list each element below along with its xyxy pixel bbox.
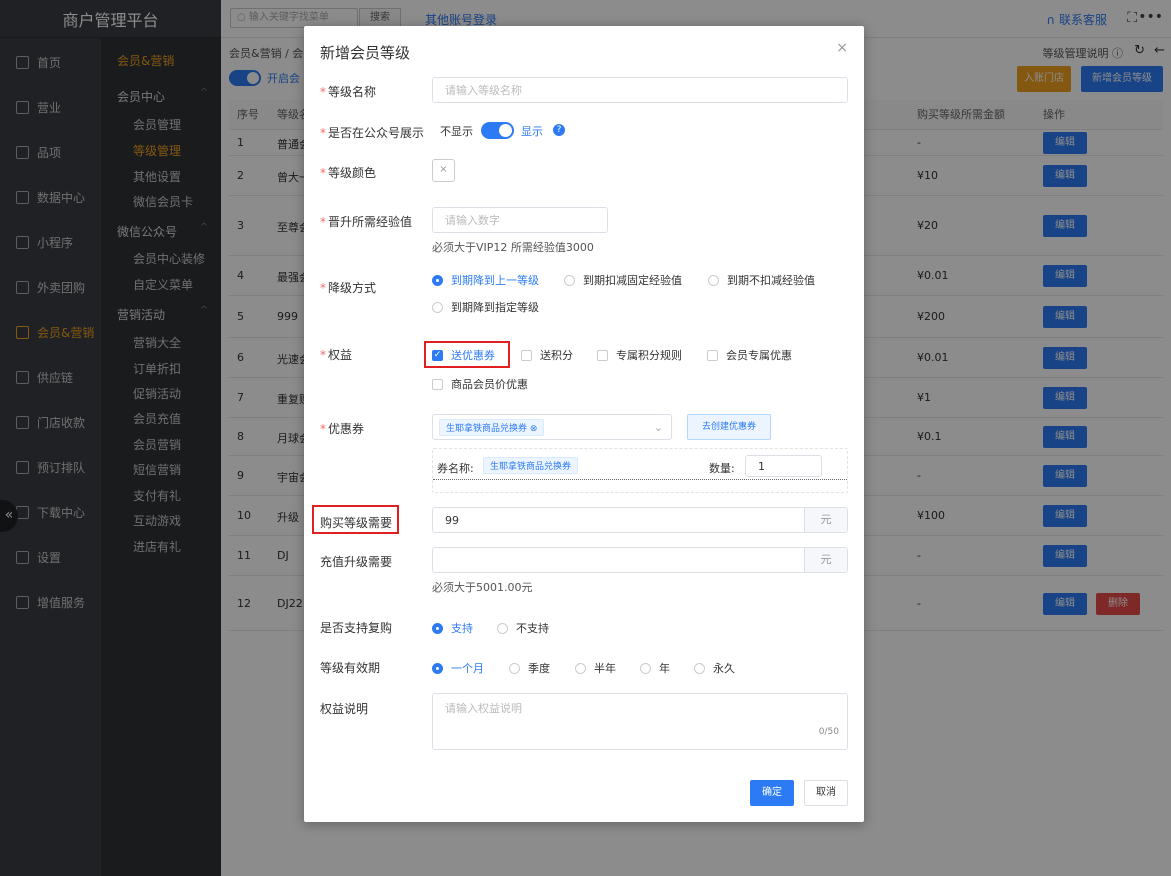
help-icon[interactable]: ? [553, 124, 565, 136]
downgrade-label: * 降级方式 [320, 281, 377, 295]
valid-radio[interactable]: 年 [640, 660, 670, 676]
dialog-title: 新增会员等级 [320, 44, 411, 62]
show-label: * 是否在公众号展示 [320, 126, 425, 140]
coupon-select[interactable]: 生耶拿铁商品兑换券 ⊗ ⌄ [432, 414, 672, 440]
coupon-quantity-input[interactable]: 1 [745, 455, 822, 477]
coupon-detail-box: 券名称: 生耶拿铁商品兑换券 数量: 1 [432, 448, 848, 493]
highlight-box [312, 505, 399, 534]
add-level-dialog: 新增会员等级 × * 等级名称 请输入等级名称 * 是否在公众号展示 不显示 显示 … [304, 26, 864, 822]
experience-input[interactable]: 请输入数字 [432, 207, 608, 233]
rights-description-textarea[interactable]: 请输入权益说明 0/50 [432, 693, 848, 750]
exp-hint: 必须大于VIP12 所需经验值3000 [432, 241, 594, 254]
downgrade-radio[interactable]: 到期不扣减经验值 [708, 272, 815, 288]
color-picker[interactable]: × [432, 159, 455, 182]
name-label: * 等级名称 [320, 85, 377, 99]
rights-checkbox[interactable]: 专属积分规则 [597, 347, 682, 363]
downgrade-radio[interactable]: 到期扣减固定经验值 [564, 272, 682, 288]
rights-checkbox[interactable]: 会员专属优惠 [707, 347, 792, 363]
chevron-down-icon: ⌄ [653, 420, 663, 434]
rebuy-radio[interactable]: 不支持 [497, 620, 549, 636]
downgrade-radio[interactable]: 到期降到指定等级 [432, 299, 539, 315]
empty-color-icon: × [439, 164, 448, 175]
coupon-label: * 优惠券 [320, 422, 365, 436]
rights-label: * 权益 [320, 348, 353, 362]
recharge-hint: 必须大于5001.00元 [432, 581, 533, 594]
show-on-label: 显示 [521, 125, 543, 138]
show-toggle[interactable] [481, 122, 514, 139]
char-counter: 0/50 [818, 727, 839, 737]
valid-radio[interactable]: 一个月 [432, 660, 484, 676]
exp-label: * 晋升所需经验值 [320, 215, 413, 229]
create-coupon-button[interactable]: 去创建优惠券 [687, 414, 771, 440]
buy-amount-input[interactable]: 99 元 [432, 507, 848, 533]
coupon-tag: 生耶拿铁商品兑换券 ⊗ [439, 418, 545, 436]
rebuy-radio[interactable]: 支持 [432, 620, 473, 636]
rights-checkbox[interactable]: ✓ 送优惠券 [432, 347, 495, 363]
recharge-amount-input[interactable]: 元 [432, 547, 848, 573]
valid-radio[interactable]: 永久 [694, 660, 735, 676]
coupon-name-label: 券名称: [437, 462, 474, 475]
confirm-button[interactable]: 确定 [750, 780, 794, 806]
valid-radio[interactable]: 半年 [575, 660, 616, 676]
desc-label: 权益说明 [320, 702, 369, 716]
qty-label: 数量: [709, 462, 735, 475]
valid-radio[interactable]: 季度 [509, 660, 550, 676]
cancel-button[interactable]: 取消 [804, 780, 848, 806]
downgrade-radio[interactable]: 到期降到上一等级 [432, 272, 539, 288]
valid-label: 等级有效期 [320, 661, 381, 675]
recharge-label: 充值升级需要 [320, 555, 393, 569]
show-off-label: 不显示 [440, 125, 473, 138]
rebuy-label: 是否支持复购 [320, 621, 393, 635]
color-label: * 等级颜色 [320, 166, 377, 180]
coupon-name-tag: 生耶拿铁商品兑换券 [483, 457, 579, 474]
rights-checkbox[interactable]: 送积分 [521, 347, 573, 363]
rights-checkbox[interactable]: 商品会员价优惠 [432, 376, 528, 392]
level-name-input[interactable]: 请输入等级名称 [432, 77, 848, 103]
close-icon[interactable]: × [836, 40, 848, 56]
